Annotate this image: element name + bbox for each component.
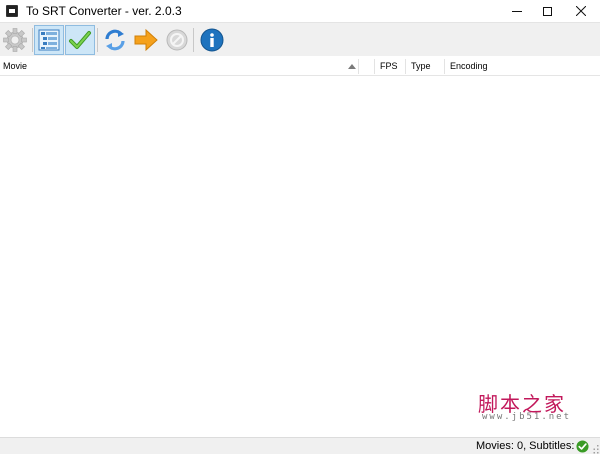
minimize-icon: [512, 10, 522, 12]
watermark: 脚本之家 www.jb51.net: [478, 388, 578, 428]
maximize-button[interactable]: [530, 0, 564, 22]
list-view-icon: [38, 29, 60, 51]
resize-grip-icon[interactable]: [591, 444, 599, 454]
status-text: Movies: 0, Subtitles: 0: [476, 440, 584, 452]
cancel-icon: [166, 29, 188, 51]
close-button[interactable]: [564, 0, 598, 22]
watermark-url: www.jb51.net: [482, 412, 572, 422]
info-icon: [200, 28, 224, 52]
toolbar-separator: [193, 28, 194, 52]
minimize-button[interactable]: [500, 0, 534, 22]
column-divider: [374, 59, 375, 74]
sort-ascending-icon: [348, 64, 356, 69]
column-divider: [358, 59, 359, 74]
column-header-movie[interactable]: Movie: [0, 57, 358, 76]
title-bar: To SRT Converter - ver. 2.0.3: [0, 0, 600, 22]
toolbar: [0, 22, 600, 56]
list-view-button[interactable]: [34, 25, 64, 55]
refresh-button[interactable]: [100, 25, 130, 55]
column-header-encoding[interactable]: Encoding: [447, 57, 527, 76]
checkmark-icon: [69, 31, 91, 49]
toolbar-separator: [97, 28, 98, 52]
maximize-icon: [542, 6, 552, 16]
close-icon: [576, 6, 586, 16]
about-button[interactable]: [197, 25, 227, 55]
movie-list[interactable]: [0, 77, 600, 437]
stop-button[interactable]: [162, 25, 192, 55]
ok-check-icon: [576, 440, 589, 453]
check-button[interactable]: [65, 25, 95, 55]
column-header-fps[interactable]: FPS: [377, 57, 405, 76]
column-divider: [405, 59, 406, 74]
window-title: To SRT Converter - ver. 2.0.3: [26, 4, 182, 18]
status-bar: Movies: 0, Subtitles: 0: [0, 437, 600, 454]
settings-button[interactable]: [0, 25, 30, 55]
column-header-type[interactable]: Type: [408, 57, 444, 76]
list-header: Movie FPS Type Encoding: [0, 57, 600, 76]
toolbar-separator: [32, 28, 33, 52]
refresh-icon: [105, 29, 125, 51]
column-divider: [444, 59, 445, 74]
arrow-right-icon: [134, 28, 158, 52]
convert-button[interactable]: [131, 25, 161, 55]
gear-icon: [3, 28, 27, 52]
app-icon: [6, 5, 18, 17]
